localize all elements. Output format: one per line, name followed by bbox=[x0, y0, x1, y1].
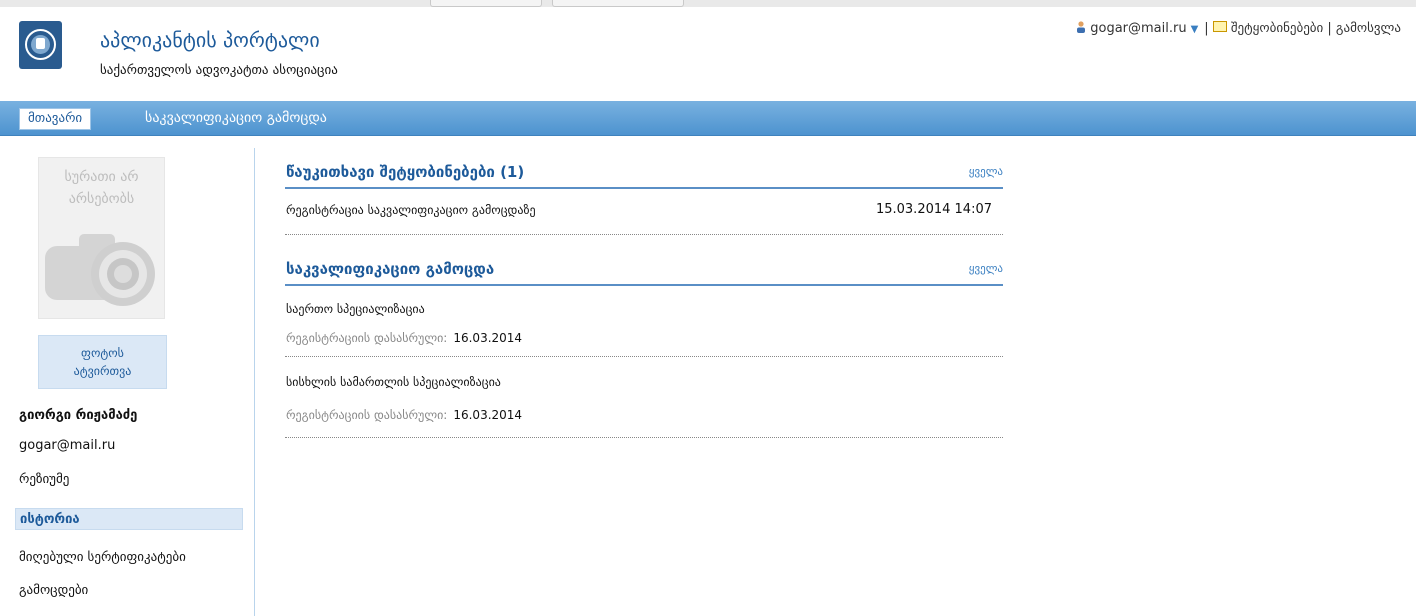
user-email: gogar@mail.ru bbox=[19, 438, 116, 453]
browser-top-strip bbox=[0, 0, 1416, 7]
browser-toolbar-button[interactable] bbox=[430, 0, 542, 7]
section-header: წაუკითხავი შეტყობინებები (1) ყველა bbox=[285, 163, 1003, 189]
exam-deadline: რეგისტრაციის დასასრული: 16.03.2014 bbox=[286, 331, 522, 345]
deadline-date: 16.03.2014 bbox=[453, 408, 523, 422]
notifications-link[interactable]: შეტყობინებები bbox=[1231, 21, 1323, 36]
logo-mark bbox=[36, 38, 45, 49]
nav-exam-tab[interactable]: საკვალიფიკაციო გამოცდა bbox=[145, 108, 327, 128]
app-subtitle: საქართველოს ადვოკატთა ასოციაცია bbox=[100, 63, 338, 78]
exam-name[interactable]: საერთო სპეციალიზაცია bbox=[286, 302, 425, 316]
camera-icon bbox=[45, 234, 155, 306]
user-email-link[interactable]: gogar@mail.ru bbox=[1090, 21, 1186, 36]
user-name: გიორგი რიჟამაძე bbox=[19, 408, 138, 423]
view-all-link[interactable]: ყველა bbox=[969, 262, 1003, 275]
separator: | bbox=[1327, 21, 1332, 36]
association-logo[interactable] bbox=[19, 21, 62, 69]
view-all-link[interactable]: ყველა bbox=[969, 165, 1003, 178]
resume-link[interactable]: რეზიუმე bbox=[19, 472, 69, 487]
section-header: საკვალიფიკაციო გამოცდა ყველა bbox=[285, 260, 1003, 286]
history-header: ისტორია bbox=[15, 508, 243, 530]
separator: | bbox=[1204, 21, 1209, 36]
sidebar-item-exams[interactable]: გამოცდები bbox=[19, 583, 88, 598]
sidebar-divider bbox=[254, 148, 255, 616]
no-photo-text: სურათი არ არსებობს bbox=[39, 166, 164, 210]
main-navbar: მთავარი საკვალიფიკაციო გამოცდა bbox=[0, 101, 1416, 136]
upload-photo-label: ატვირთვა bbox=[73, 364, 132, 378]
user-toolbar: gogar@mail.ru ▼ | შეტყობინებები | გამოსვლა bbox=[1076, 21, 1401, 36]
chevron-down-icon[interactable]: ▼ bbox=[1191, 24, 1199, 35]
browser-toolbar-button[interactable] bbox=[552, 0, 684, 7]
deadline-label: რეგისტრაციის დასასრული: bbox=[286, 331, 448, 345]
message-text[interactable]: რეგისტრაცია საკვალიფიკაციო გამოცდაზე bbox=[286, 203, 536, 217]
exam-name[interactable]: სისხლის სამართლის სპეციალიზაცია bbox=[286, 375, 501, 389]
deadline-label: რეგისტრაციის დასასრული: bbox=[286, 408, 448, 422]
exam-row: სისხლის სამართლის სპეციალიზაცია რეგისტრა… bbox=[285, 357, 1003, 438]
sidebar-item-certificates[interactable]: მიღებული სერტიფიკატები bbox=[19, 550, 186, 565]
logout-link[interactable]: გამოსვლა bbox=[1336, 21, 1401, 36]
profile-photo-placeholder: სურათი არ არსებობს bbox=[38, 157, 165, 319]
unread-messages-section: წაუკითხავი შეტყობინებები (1) ყველა რეგის… bbox=[285, 163, 1003, 235]
message-date: 15.03.2014 14:07 bbox=[875, 202, 992, 217]
message-row[interactable]: რეგისტრაცია საკვალიფიკაციო გამოცდაზე 15.… bbox=[285, 189, 1003, 235]
section-title[interactable]: წაუკითხავი შეტყობინებები (1) bbox=[286, 163, 524, 181]
upload-photo-label: ფოტოს bbox=[81, 346, 124, 360]
no-photo-line: არსებობს bbox=[68, 191, 135, 207]
envelope-icon bbox=[1212, 21, 1227, 32]
no-photo-line: სურათი არ bbox=[64, 169, 139, 185]
exam-row: საერთო სპეციალიზაცია რეგისტრაციის დასასრ… bbox=[285, 286, 1003, 357]
app-title: აპლიკანტის პორტალი bbox=[100, 28, 320, 52]
section-title[interactable]: საკვალიფიკაციო გამოცდა bbox=[286, 260, 494, 278]
exam-deadline: რეგისტრაციის დასასრული: 16.03.2014 bbox=[286, 408, 522, 422]
upload-photo-button[interactable]: ფოტოს ატვირთვა bbox=[38, 335, 167, 389]
deadline-date: 16.03.2014 bbox=[453, 331, 523, 345]
exams-section: საკვალიფიკაციო გამოცდა ყველა საერთო სპეც… bbox=[285, 260, 1003, 438]
user-icon bbox=[1077, 21, 1086, 33]
nav-home-tab[interactable]: მთავარი bbox=[19, 108, 92, 130]
